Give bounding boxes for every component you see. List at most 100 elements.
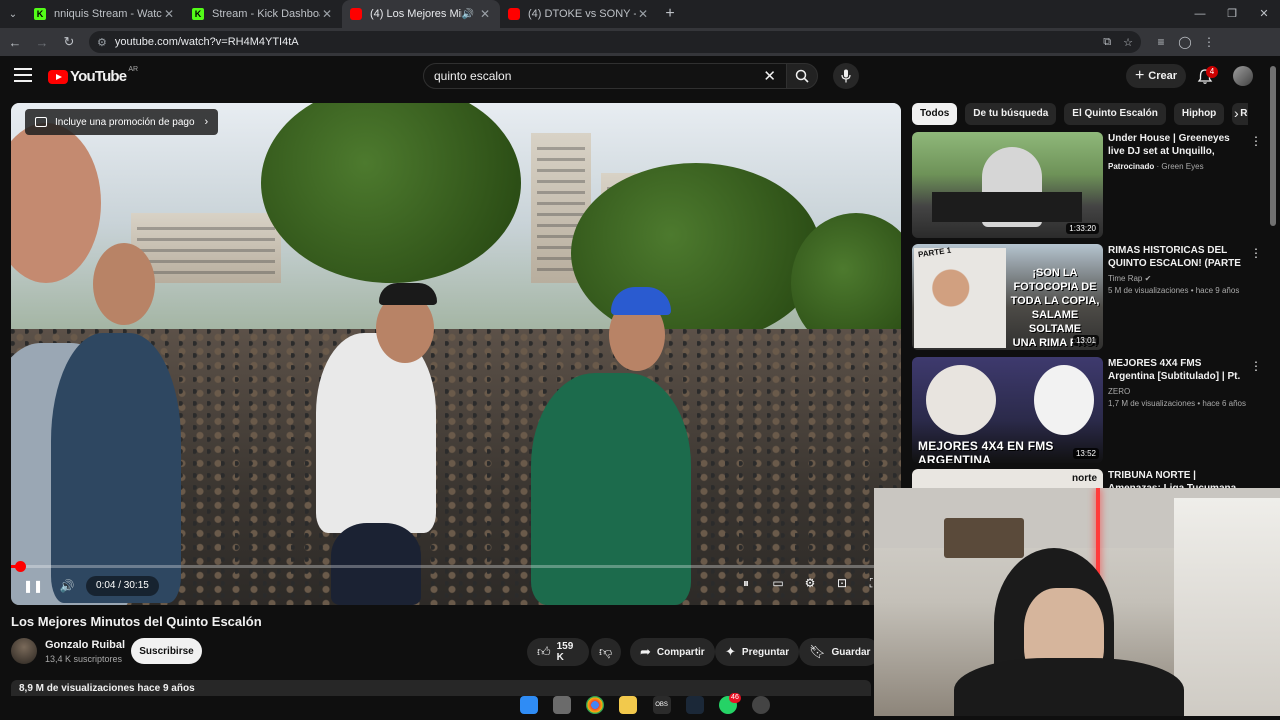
video-thumbnail[interactable]: 1:33:20 — [912, 132, 1103, 238]
recommendation-item[interactable]: 1:33:20 Under House | Greeneyes live DJ … — [912, 132, 1262, 240]
reload-icon[interactable]: ↻ — [57, 34, 81, 50]
miniplayer-icon[interactable]: ⊡ — [826, 576, 858, 591]
paid-promotion-banner[interactable]: Incluye una promoción de pago › — [25, 109, 219, 135]
subscribe-button[interactable]: Suscribirse — [131, 638, 202, 664]
more-options-icon[interactable]: ⋮ — [1250, 246, 1262, 260]
chip-hiphop[interactable]: Hiphop — [1173, 103, 1225, 125]
clear-search-icon[interactable]: ✕ — [763, 67, 776, 85]
logo-text: YouTube — [70, 68, 127, 85]
browser-tab-2[interactable]: K Stream - Kick Dashboard ✕ — [184, 0, 342, 28]
save-button[interactable]: 🔖︎ Guardar — [799, 638, 881, 666]
thumb-caption-line: TODA LA COPIA, — [1010, 295, 1100, 307]
channel-name[interactable]: Time Rap — [1108, 274, 1142, 283]
like-button[interactable]: 👍︎ 159 K — [527, 638, 589, 666]
thumb-rapper-left — [926, 365, 996, 435]
windows-start-icon[interactable] — [520, 696, 538, 714]
video-thumbnail[interactable]: norte — [912, 469, 1103, 488]
create-button[interactable]: + Crear — [1126, 64, 1186, 88]
page-scrollbar[interactable] — [1270, 66, 1276, 226]
site-info-icon[interactable]: ⚙ — [97, 36, 107, 49]
close-window-icon[interactable]: ✕ — [1248, 0, 1280, 28]
ask-button[interactable]: ✦ Preguntar — [715, 638, 800, 666]
settings-gear-icon[interactable]: ⚙ — [794, 576, 826, 591]
share-button[interactable]: ➦ Compartir — [630, 638, 715, 666]
pause-icon[interactable]: ❚❚ — [20, 575, 46, 597]
advertiser-name: Green Eyes — [1161, 162, 1204, 171]
search-input[interactable]: quinto escalon ✕ — [423, 63, 787, 89]
verified-icon: ✔ — [1144, 274, 1152, 283]
close-icon[interactable]: ✕ — [320, 7, 334, 21]
thumb-rapper-right — [1034, 365, 1094, 435]
recommendation-title[interactable]: RIMAS HISTORICAS DEL QUINTO ESCALON! (PA… — [1108, 244, 1242, 270]
autoplay-toggle-icon[interactable]: ⏸ — [730, 576, 762, 591]
volume-icon[interactable]: 🔊 — [54, 575, 80, 597]
minimize-icon[interactable]: — — [1184, 0, 1216, 28]
recommendation-title[interactable]: MEJORES 4X4 FMS Argentina [Subtitulado] … — [1108, 357, 1242, 383]
video-thumbnail[interactable]: MEJORES 4X4 EN FMS ARGENTINA 13:52 — [912, 357, 1103, 463]
url-field[interactable]: ⚙ youtube.com/watch?v=RH4M4YTI4tA ⧉ ☆ — [89, 31, 1141, 53]
recommendation-title[interactable]: Under House | Greeneyes live DJ set at U… — [1108, 132, 1242, 158]
close-icon[interactable]: ✕ — [636, 7, 650, 21]
recommendation-item[interactable]: norte TRIBUNA NORTE | Amenazas: Liga Tuc… — [912, 469, 1262, 488]
media-controls-icon[interactable]: ≡ — [1149, 35, 1173, 49]
profile-icon[interactable]: ◯ — [1173, 35, 1197, 49]
time-display: 0:04 / 30:15 — [86, 576, 159, 596]
recommendation-title[interactable]: TRIBUNA NORTE | Amenazas: Liga Tucumana … — [1108, 469, 1242, 488]
whatsapp-icon[interactable]: 46 — [718, 693, 741, 714]
more-options-icon[interactable]: ⋮ — [1250, 134, 1262, 148]
youtube-logo[interactable]: YouTube AR — [48, 66, 138, 85]
dislike-button[interactable]: 👎︎ — [591, 638, 621, 666]
obs-icon[interactable]: OBS — [652, 696, 671, 714]
recommendation-item[interactable]: MEJORES 4X4 EN FMS ARGENTINA 13:52 MEJOR… — [912, 357, 1262, 465]
share-label: Compartir — [656, 646, 705, 658]
views-and-age: 1,7 M de visualizaciones • hace 6 años — [1108, 399, 1246, 408]
search-button[interactable] — [786, 63, 818, 89]
video-progress-bar[interactable] — [11, 561, 901, 572]
channel-avatar[interactable] — [11, 638, 37, 664]
back-icon[interactable]: ← — [3, 35, 27, 50]
video-thumbnail[interactable]: PARTE 1 ¡SON LA FOTOCOPIA DE TODA LA COP… — [912, 244, 1103, 350]
chip-de-tu-busqueda[interactable]: De tu búsqueda — [965, 103, 1057, 125]
app-icon[interactable] — [751, 696, 770, 714]
menu-dots-icon[interactable]: ⋮ — [1197, 35, 1221, 49]
thumbs-up-icon: 👍︎ — [537, 644, 551, 659]
hamburger-menu-icon[interactable] — [14, 68, 32, 82]
browser-tab-3[interactable]: (4) Los Mejores Minutos de 🔊 ✕ — [342, 0, 500, 28]
notification-count-badge: 4 — [1206, 66, 1218, 78]
chevron-right-icon[interactable]: › — [1234, 105, 1239, 121]
video-head — [93, 243, 155, 325]
tab-search-icon[interactable]: ⌄ — [0, 0, 26, 28]
address-bar: ← → ↻ ⚙ youtube.com/watch?v=RH4M4YTI4tA … — [0, 28, 1280, 56]
bookmark-star-icon[interactable]: ☆ — [1123, 36, 1133, 49]
video-tree — [571, 163, 821, 343]
like-count: 159 K — [556, 641, 574, 663]
tab-title: Stream - Kick Dashboard — [212, 8, 320, 20]
steam-icon[interactable] — [685, 696, 704, 714]
thumb-caption-line: ¡SON LA — [1032, 267, 1078, 279]
new-tab-icon[interactable]: + — [658, 5, 682, 23]
scrubber-handle[interactable] — [15, 561, 26, 572]
chrome-icon[interactable] — [586, 696, 605, 714]
channel-name[interactable]: Gonzalo Ruibal — [45, 639, 125, 651]
chip-todos[interactable]: Todos — [912, 103, 958, 125]
task-view-icon[interactable] — [553, 696, 572, 714]
channel-name[interactable]: ZERO — [1108, 386, 1248, 398]
subtitles-icon[interactable]: ▭ — [762, 576, 794, 591]
file-explorer-icon[interactable] — [619, 696, 638, 714]
microphone-icon — [841, 69, 851, 83]
speaker-icon[interactable]: 🔊 — [462, 9, 474, 20]
browser-tab-1[interactable]: K nniquis Stream - Watch Live on ✕ — [26, 0, 184, 28]
restore-icon[interactable]: ❐ — [1216, 0, 1248, 28]
streamer-webcam-overlay — [874, 488, 1280, 716]
recommendation-item[interactable]: PARTE 1 ¡SON LA FOTOCOPIA DE TODA LA COP… — [912, 244, 1262, 352]
install-app-icon[interactable]: ⧉ — [1103, 36, 1111, 49]
browser-tab-4[interactable]: (4) DTOKE vs SONY - 8vos El Q ✕ — [500, 0, 658, 28]
voice-search-button[interactable] — [833, 63, 859, 89]
account-avatar[interactable] — [1233, 66, 1253, 86]
video-player[interactable]: Incluye una promoción de pago › — [11, 103, 901, 605]
more-options-icon[interactable]: ⋮ — [1250, 359, 1262, 373]
chip-el-quinto-escalon[interactable]: El Quinto Escalón — [1064, 103, 1166, 125]
close-icon[interactable]: ✕ — [478, 7, 492, 21]
forward-icon[interactable]: → — [30, 35, 54, 50]
close-icon[interactable]: ✕ — [162, 7, 176, 21]
